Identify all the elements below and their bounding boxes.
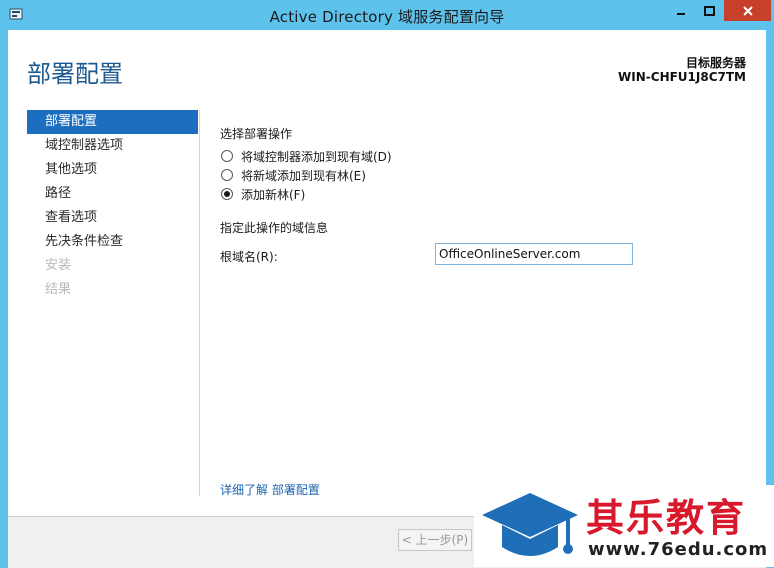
previous-button[interactable]: < 上一步(P)	[398, 529, 472, 551]
radio-button[interactable]	[221, 169, 233, 181]
maximize-icon	[703, 5, 715, 16]
watermark-name: 其乐教育	[586, 496, 747, 540]
target-server-label: 目标服务器	[685, 56, 746, 70]
nav-step-dc-options[interactable]: 域控制器选项	[27, 134, 198, 158]
watermark-url: www.76edu.com	[588, 539, 769, 560]
nav-step-additional-options[interactable]: 其他选项	[27, 158, 198, 182]
close-icon	[742, 5, 753, 16]
maximize-button[interactable]	[695, 0, 723, 21]
graduation-cap-icon	[482, 493, 578, 556]
target-server-name: WIN-CHFU1J8C7TM	[618, 70, 746, 84]
option-add-dc-existing-domain[interactable]: 将域控制器添加到现有域(D)	[221, 147, 392, 165]
title-bar[interactable]: Active Directory 域服务配置向导	[0, 0, 774, 30]
learn-more-link[interactable]: 详细了解 部署配置	[220, 481, 320, 498]
nav-divider	[199, 110, 200, 496]
close-button[interactable]	[724, 0, 771, 21]
window-title: Active Directory 域服务配置向导	[269, 8, 505, 26]
option-label: 添加新林(F)	[241, 187, 306, 202]
domain-info-heading: 指定此操作的域信息	[220, 221, 329, 235]
nav-step-paths[interactable]: 路径	[27, 182, 198, 206]
wizard-steps-nav: 部署配置 域控制器选项 其他选项 路径 查看选项 先决条件检查 安装 结果	[27, 110, 198, 302]
option-add-domain-existing-forest[interactable]: 将新域添加到现有林(E)	[221, 166, 366, 184]
option-label: 将新域添加到现有林(E)	[241, 168, 366, 183]
root-domain-input[interactable]: OfficeOnlineServer.com	[435, 243, 633, 265]
nav-step-prerequisites-check[interactable]: 先决条件检查	[27, 230, 198, 254]
nav-step-deployment-config[interactable]: 部署配置	[27, 110, 198, 134]
root-domain-label: 根域名(R):	[220, 250, 278, 264]
wizard-window: Active Directory 域服务配置向导 部署配置 目标服务器 WIN-…	[0, 0, 774, 568]
radio-button[interactable]	[221, 150, 233, 162]
nav-step-results: 结果	[45, 282, 72, 297]
minimize-icon	[677, 12, 685, 15]
operation-heading: 选择部署操作	[220, 127, 293, 141]
nav-step-installation: 安装	[45, 258, 72, 273]
watermark-logo: 其乐教育 www.76edu.com	[474, 485, 774, 567]
option-add-new-forest[interactable]: 添加新林(F)	[221, 185, 305, 203]
nav-step-review-options[interactable]: 查看选项	[27, 206, 198, 230]
option-label: 将域控制器添加到现有域(D)	[241, 149, 392, 164]
page-title: 部署配置	[27, 60, 123, 88]
radio-button-selected[interactable]	[221, 188, 233, 200]
minimize-button[interactable]	[667, 0, 695, 21]
